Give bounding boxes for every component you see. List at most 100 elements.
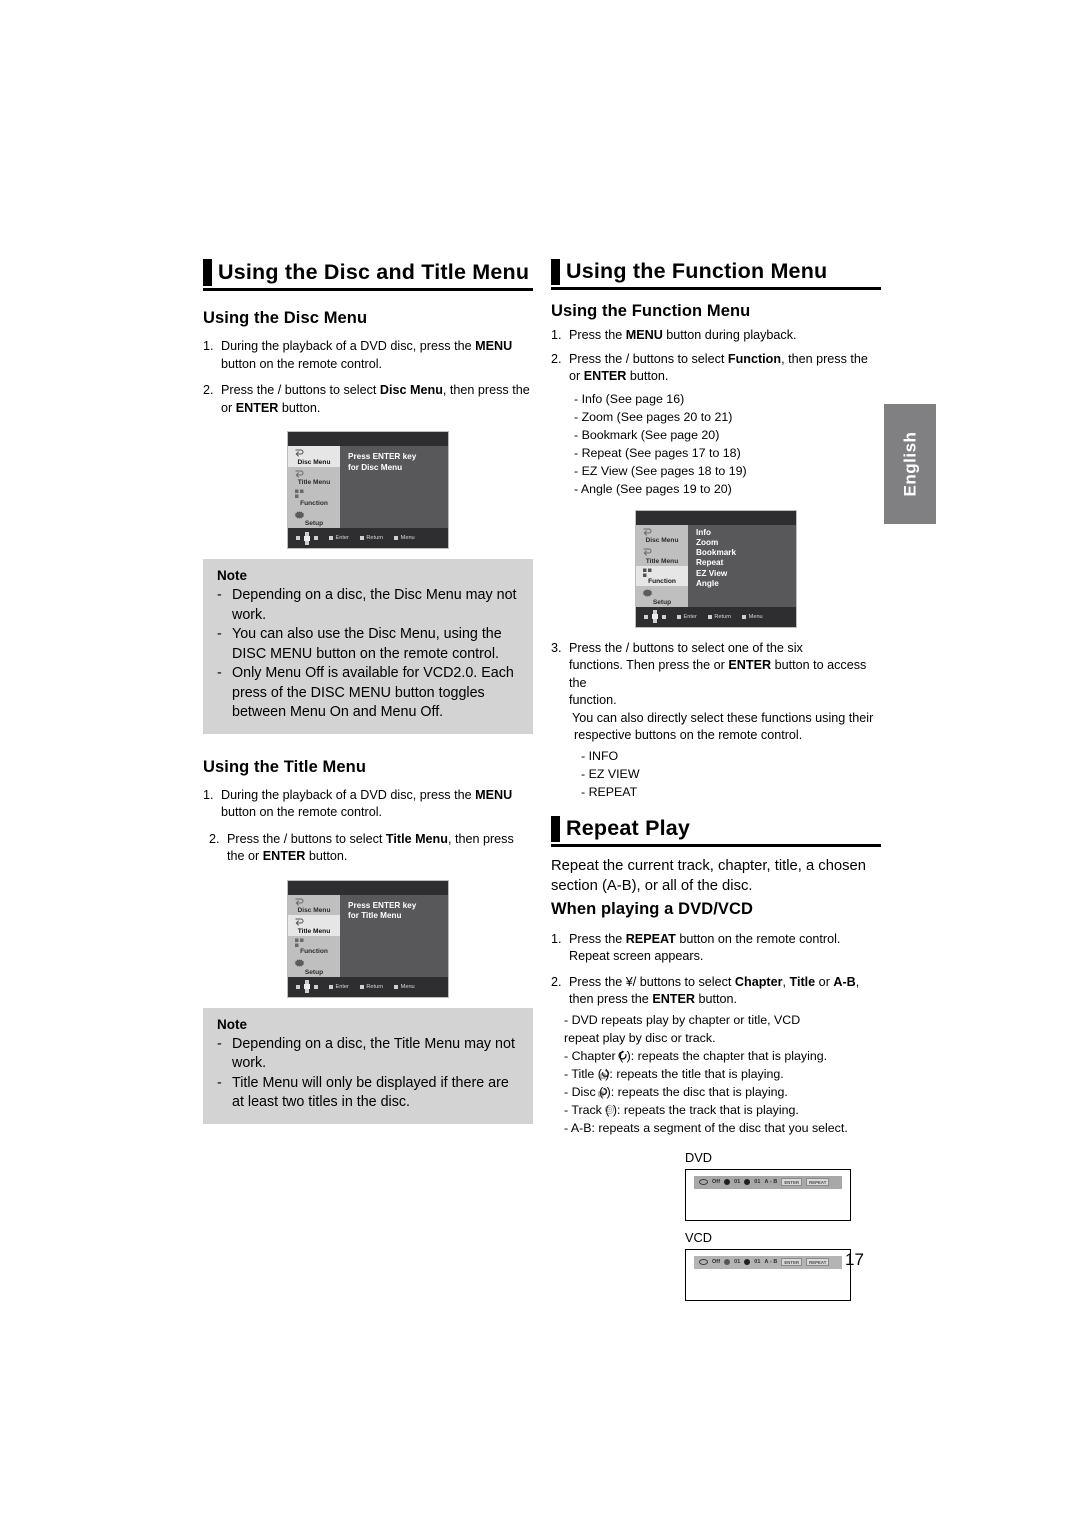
repeat-key-repeat[interactable]: REPEAT — [806, 1258, 830, 1266]
note-box-disc-menu: Note - Depending on a disc, the Disc Menu… — [203, 559, 533, 734]
osd-sidebar-item-title-menu[interactable]: Title Menu — [636, 545, 688, 566]
osd-menu-item-info[interactable]: Info — [696, 528, 796, 538]
repeat-osd-bar-dvd: Off 01 01 A - B ENTER REPEAT — [694, 1175, 842, 1189]
osd-footer-menu: Menu — [394, 984, 415, 990]
function-icon — [643, 568, 652, 577]
pre: Press the — [569, 931, 626, 946]
function-icon — [295, 489, 304, 498]
repeat-key-enter[interactable]: ENTER — [781, 1258, 803, 1266]
repeat-key-repeat[interactable]: REPEAT — [806, 1178, 830, 1186]
step-text-bold-2: ENTER — [262, 849, 306, 863]
repeat-bullet-chapter: - Chapter ( ): repeats the chapter that … — [564, 1047, 881, 1065]
osd-sidebar-item-disc-menu[interactable]: Disc Menu — [636, 524, 688, 545]
osd-sidebar-item-setup[interactable]: Setup — [288, 507, 340, 528]
repeat-off-label[interactable]: Off — [712, 1179, 720, 1185]
note-title: Note — [217, 1016, 247, 1032]
step3-line-2: functions. Then press the or ENTER butto… — [569, 657, 881, 692]
osd-main-area: Info Zoom Bookmark Repeat EZ View Angle — [688, 525, 796, 607]
repeat-step-1: 1. Press the REPEAT button on the remote… — [551, 931, 881, 966]
dpad-icon — [296, 980, 318, 993]
osd-footer-bar: Enter Return Menu — [288, 528, 448, 548]
osd-screenshot-disc-menu-wrap: Disc Menu Title Menu Function Setup Pres… — [203, 431, 533, 549]
repeat-chapter-icon — [724, 1179, 731, 1185]
osd-sidebar-label: Title Menu — [297, 479, 331, 486]
note-list: - Depending on a disc, the Disc Menu may … — [215, 586, 521, 723]
repeat-bullet-text: - Track ( ): repeats the track that is p… — [564, 1102, 799, 1117]
osd-sidebar-item-function[interactable]: Function — [288, 487, 340, 508]
dash-marker: - — [217, 1074, 222, 1091]
osd-menu-item-angle[interactable]: Angle — [696, 579, 796, 589]
repeat-osd-label-dvd: DVD — [685, 1149, 713, 1165]
step-text-post: button. — [626, 369, 669, 383]
osd-sidebar-label: Disc Menu — [645, 537, 679, 544]
step-text-bold-2: ENTER — [583, 369, 627, 383]
note-box-title-menu: Note - Depending on a disc, the Title Men… — [203, 1007, 533, 1124]
osd-main-line-2: for Title Menu — [348, 911, 402, 920]
repeat-play-intro: Repeat the current track, chapter, title… — [551, 856, 881, 896]
step-number: 2. — [209, 831, 220, 846]
osd-body: Disc Menu Title Menu Function Setup — [288, 446, 448, 528]
repeat-chapter-value[interactable]: 01 — [734, 1259, 740, 1265]
repeat-ab-label[interactable]: A - B — [765, 1179, 778, 1185]
dpad-icon — [296, 531, 318, 545]
osd-top-bar — [288, 432, 448, 446]
repeat-title-value[interactable]: 01 — [754, 1259, 760, 1265]
step-text-pre: During the playback of a DVD disc, press… — [221, 339, 476, 353]
repeat-off-label[interactable]: Off — [712, 1259, 720, 1265]
osd-sidebar-item-setup[interactable]: Setup — [288, 956, 340, 977]
note-item-text: Only Menu Off is available for VCD2.0. E… — [232, 665, 514, 720]
step-number: 2. — [551, 351, 562, 366]
repeat-ab-label[interactable]: A - B — [765, 1259, 778, 1265]
osd-sidebar-label: Function — [300, 948, 328, 955]
repeat-step-2: 2. Press the ¥/ buttons to select Chapte… — [551, 974, 881, 1009]
section-title-disc-and-title-menu: Using the Disc and Title Menu — [203, 258, 533, 291]
osd-screenshot-title-menu: Disc Menu Title Menu Function Setup Pres… — [287, 879, 449, 998]
repeat-bullet-disc: - Disc ( ): repeats the disc that is pla… — [564, 1083, 881, 1101]
repeat-title-value[interactable]: 01 — [754, 1179, 760, 1185]
osd-footer-return: Return — [359, 984, 383, 990]
step-text: Press the REPEAT button on the remote co… — [569, 931, 881, 966]
osd-sidebar-item-disc-menu[interactable]: Disc Menu — [288, 894, 340, 915]
direct-button-item: - REPEAT — [581, 784, 638, 799]
repeat-play-intro-line-1: Repeat the current track, chapter, title… — [551, 857, 867, 874]
repeat-osd-example-dvd: DVD Off 01 01 A - B ENTER REPEAT — [685, 1149, 881, 1221]
osd-main-line-2: for Disc Menu — [348, 462, 403, 472]
disc-menu-step-2: 2. Press the / buttons to select Disc Me… — [203, 382, 533, 417]
osd-sidebar: Disc Menu Title Menu Function Setup — [636, 524, 688, 607]
osd-menu-item-ez-view[interactable]: EZ View — [696, 569, 796, 579]
dash-marker: - — [217, 587, 222, 603]
step-number: 1. — [203, 339, 214, 353]
setup-gear-icon — [642, 589, 653, 597]
osd-sidebar-label: Function — [648, 578, 676, 585]
osd-sidebar-item-title-menu[interactable]: Title Menu — [288, 915, 340, 936]
section-title-function-menu: Using the Function Menu — [551, 258, 881, 290]
osd-sidebar-item-disc-menu[interactable]: Disc Menu — [288, 446, 340, 467]
step-number: 1. — [551, 328, 562, 342]
step-number: 2. — [551, 974, 562, 989]
osd-sidebar-item-function[interactable]: Function — [288, 935, 340, 956]
osd-sidebar-item-setup[interactable]: Setup — [636, 586, 688, 607]
osd-sidebar-label: Function — [300, 499, 328, 507]
repeat-key-enter[interactable]: ENTER — [781, 1178, 803, 1186]
step3-line2-pre: functions. Then press the or — [569, 658, 729, 672]
osd-sidebar-label: Disc Menu — [297, 458, 331, 466]
osd-sidebar-item-function[interactable]: Function — [636, 565, 688, 586]
osd-footer-enter: Enter — [329, 535, 349, 541]
pre: Press the ¥/ buttons to select — [569, 974, 735, 989]
osd-sidebar-label: Disc Menu — [297, 907, 331, 914]
osd-menu-item-repeat[interactable]: Repeat — [696, 558, 796, 568]
note-item-text: Title Menu will only be displayed if the… — [232, 1074, 509, 1111]
osd-menu-item-zoom[interactable]: Zoom — [696, 538, 796, 548]
repeat-chapter-value[interactable]: 01 — [734, 1179, 740, 1185]
osd-sidebar-label: Setup — [652, 598, 672, 606]
step-text: Press the / buttons to select Title Menu… — [227, 831, 533, 866]
osd-main-area: Press ENTER key for Title Menu — [340, 895, 448, 977]
osd-top-bar — [288, 880, 448, 895]
osd-sidebar-label: Setup — [304, 520, 324, 527]
osd-main-line-1: Press ENTER key — [348, 900, 417, 910]
step-text-post: button. — [305, 849, 348, 863]
osd-menu-item-bookmark[interactable]: Bookmark — [696, 548, 796, 558]
title-menu-step-2: 2. Press the / buttons to select Title M… — [203, 831, 533, 866]
repeat-bullet-text: - Chapter ( ): repeats the chapter that … — [564, 1048, 828, 1063]
osd-sidebar-item-title-menu[interactable]: Title Menu — [288, 466, 340, 487]
